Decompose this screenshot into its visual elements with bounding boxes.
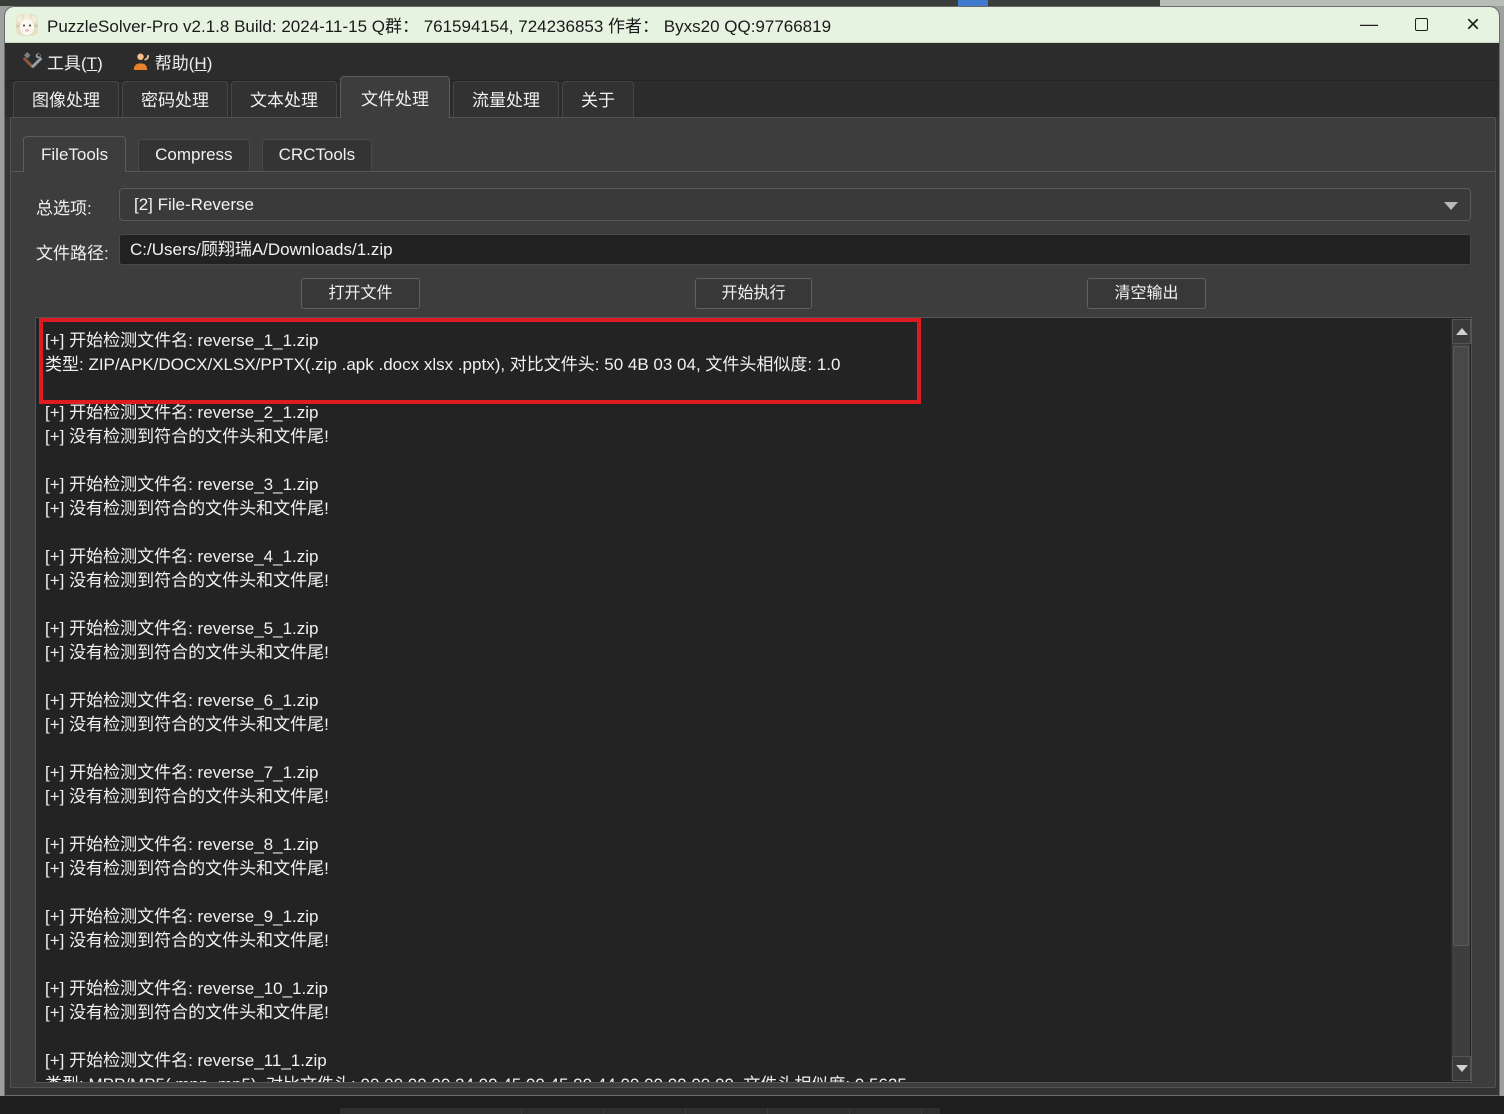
sheep-icon: [15, 13, 39, 36]
scrollbar-thumb[interactable]: [1453, 346, 1469, 946]
log-line: [+] 没有检测到符合的文件头和文件尾!: [45, 931, 329, 950]
option-value: [2] File-Reverse: [134, 195, 254, 214]
log-blank-line: [45, 377, 1451, 401]
open-file-button[interactable]: 打开文件: [301, 278, 420, 309]
file-path-label: 文件路径:: [36, 244, 109, 263]
log-line: [+] 开始检测文件名: reverse_3_1.zip: [45, 475, 319, 494]
log-line: [+] 没有检测到符合的文件头和文件尾!: [45, 715, 329, 734]
log-line: [+] 开始检测文件名: reverse_10_1.zip: [45, 979, 328, 998]
log-blank-line: [45, 881, 1451, 905]
scroll-up-button[interactable]: [1452, 319, 1471, 344]
filetools-pane: FileTools Compress CRCTools 总选项: [2] File-…: [10, 117, 1496, 1088]
run-button[interactable]: 开始执行: [695, 278, 812, 309]
log-blank-line: [45, 449, 1451, 473]
sub-tab-bar: FileTools Compress CRCTools: [11, 134, 1495, 172]
log-line: [+] 没有检测到符合的文件头和文件尾!: [45, 571, 329, 590]
log-line: [+] 没有检测到符合的文件头和文件尾!: [45, 643, 329, 662]
log-line: [+] 开始检测文件名: reverse_6_1.zip: [45, 691, 319, 710]
window-controls: — ×: [1343, 7, 1499, 42]
file-path-input[interactable]: C:/Users/顾翔瑞A/Downloads/1.zip: [119, 234, 1471, 265]
main-tab[interactable]: 图像处理: [13, 81, 119, 117]
menu-item-help[interactable]: 帮助(H): [131, 49, 213, 74]
main-tab[interactable]: 文本处理: [231, 81, 337, 117]
log-blank-line: [45, 593, 1451, 617]
log-blank-line: [45, 809, 1451, 833]
titlebar[interactable]: PuzzleSolver-Pro v2.1.8 Build: 2024-11-1…: [5, 7, 1499, 43]
taskbar-divider: [603, 1108, 604, 1114]
log-blank-line: [45, 1025, 1451, 1049]
log-line: 类型: MPP/MP5(.mpp .mp5), 对比文件头: 00 00 00 …: [45, 1073, 1451, 1082]
window-title: PuzzleSolver-Pro v2.1.8 Build: 2024-11-1…: [47, 17, 832, 36]
menu-item-tools[interactable]: 工具(T): [23, 49, 103, 74]
log-line: [+] 开始检测文件名: reverse_5_1.zip: [45, 619, 319, 638]
app-window: PuzzleSolver-Pro v2.1.8 Build: 2024-11-1…: [4, 6, 1500, 1096]
sub-tab-filetools[interactable]: FileTools: [23, 136, 127, 172]
log-lines: [+] 开始检测文件名: reverse_1_1.zip 类型: ZIP/APK/…: [36, 318, 1451, 1082]
maximize-icon: [1414, 18, 1428, 31]
option-combobox[interactable]: [2] File-Reverse: [119, 188, 1471, 221]
minimize-button[interactable]: —: [1343, 7, 1395, 42]
menubar: 工具(T) 帮助(H): [5, 43, 1499, 81]
arrow-down-icon: [1455, 1065, 1468, 1072]
output-console[interactable]: [+] 开始检测文件名: reverse_1_1.zip 类型: ZIP/APK/…: [35, 317, 1472, 1083]
main-tab[interactable]: 流量处理: [453, 81, 559, 117]
log-line: [+] 没有检测到符合的文件头和文件尾!: [45, 1003, 329, 1022]
taskbar-strip: [0, 1096, 1504, 1114]
main-tab-bar: 图像处理 密码处理 文本处理 文件处理 流量处理 关于: [5, 76, 1499, 118]
close-button[interactable]: ×: [1447, 7, 1499, 42]
vertical-scrollbar[interactable]: [1451, 319, 1471, 1081]
log-line: [+] 开始检测文件名: reverse_7_1.zip: [45, 763, 319, 782]
log-line: [+] 开始检测文件名: reverse_1_1.zip: [45, 331, 319, 350]
option-label: 总选项:: [36, 199, 92, 218]
arrow-up-icon: [1455, 328, 1468, 335]
menu-item-label: 工具(T): [47, 54, 103, 73]
taskbar-divider: [849, 1108, 850, 1114]
log-blank-line: [45, 521, 1451, 545]
sub-tab-crctools[interactable]: CRCTools: [261, 139, 373, 171]
taskbar-divider: [685, 1108, 686, 1114]
taskbar-divider: [521, 1108, 522, 1114]
main-tab[interactable]: 文件处理: [340, 76, 450, 118]
log-line: [+] 没有检测到符合的文件头和文件尾!: [45, 787, 329, 806]
taskbar-divider: [767, 1108, 768, 1114]
log-line: [+] 开始检测文件名: reverse_8_1.zip: [45, 835, 319, 854]
log-blank-line: [45, 665, 1451, 689]
sub-tab-compress[interactable]: Compress: [138, 139, 250, 171]
log-blank-line: [45, 953, 1451, 977]
log-line: [+] 开始检测文件名: reverse_2_1.zip: [45, 403, 319, 422]
clear-output-button[interactable]: 清空输出: [1087, 278, 1206, 309]
log-blank-line: [45, 737, 1451, 761]
taskbar-divider: [921, 1108, 922, 1114]
log-line: [+] 没有检测到符合的文件头和文件尾!: [45, 859, 329, 878]
chevron-down-icon: [1444, 202, 1458, 210]
log-line: [+] 开始检测文件名: reverse_11_1.zip: [45, 1051, 327, 1070]
log-line: [+] 开始检测文件名: reverse_9_1.zip: [45, 907, 319, 926]
log-line: 类型: ZIP/APK/DOCX/XLSX/PPTX(.zip .apk .do…: [45, 355, 841, 374]
main-tab[interactable]: 密码处理: [122, 81, 228, 117]
main-tab[interactable]: 关于: [562, 81, 634, 117]
maximize-button[interactable]: [1395, 7, 1447, 42]
menu-item-label: 帮助(H): [154, 54, 213, 73]
log-line: [+] 没有检测到符合的文件头和文件尾!: [45, 427, 329, 446]
log-line: [+] 开始检测文件名: reverse_4_1.zip: [45, 547, 319, 566]
scroll-down-button[interactable]: [1452, 1056, 1471, 1081]
log-line: [+] 没有检测到符合的文件头和文件尾!: [45, 499, 329, 518]
taskbar-band: [340, 1108, 940, 1114]
